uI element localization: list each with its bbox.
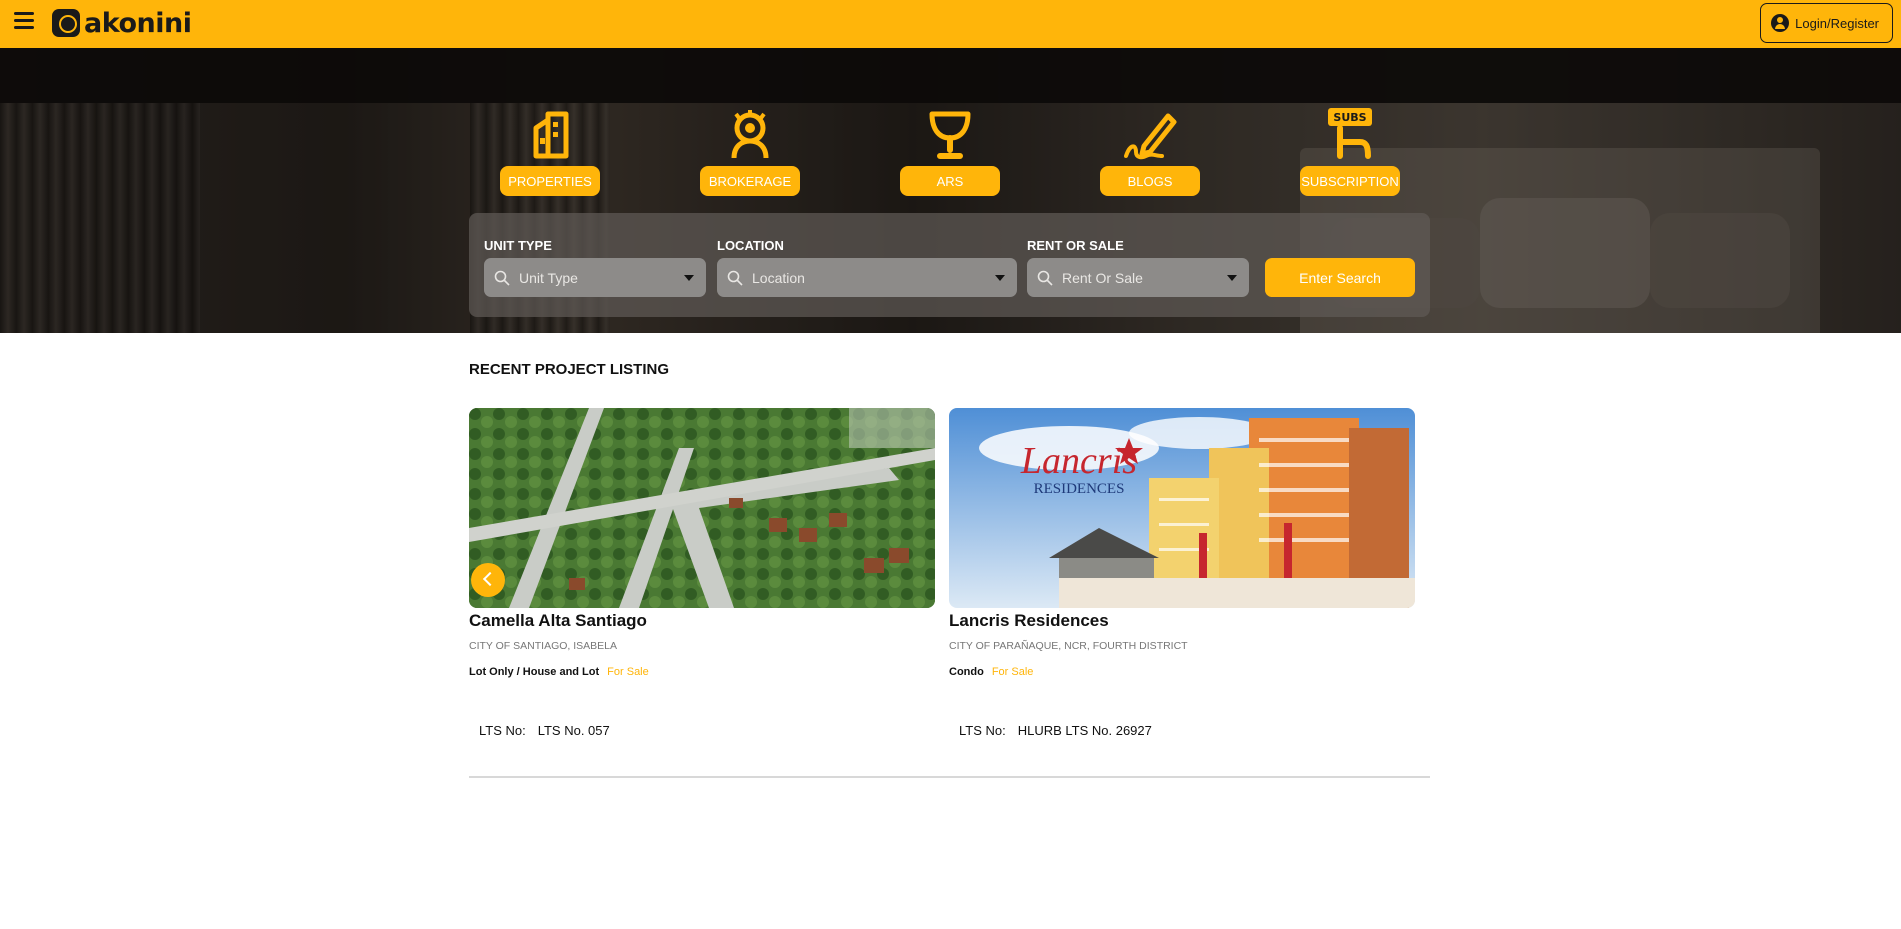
category-label: PROPERTIES [500,166,600,196]
listing-card[interactable]: Lancris RESIDENCES Lancris Residences CI… [949,408,1415,738]
category-blogs[interactable]: BLOGS [1100,106,1200,196]
user-icon [1771,14,1790,32]
category-ars[interactable]: ARS [900,106,1000,196]
listing-status: For Sale [991,666,1034,678]
listing-status: For Sale [607,666,649,678]
listing-type: Condo For Sale [949,666,1033,678]
hero-top-band [0,48,1901,103]
category-label: ARS [900,166,1000,196]
unit-type-placeholder: Unit Type [519,269,578,286]
agent-badge-icon [731,110,769,159]
section-divider [469,776,1430,778]
search-panel: UNIT TYPE Unit Type LOCATION Location RE… [469,213,1430,317]
search-icon [1037,270,1053,286]
category-subscription[interactable]: SUBS SUBSCRIPTION [1300,106,1400,196]
search-icon [727,270,743,286]
location-placeholder: Location [752,269,805,286]
subscription-badge-text: SUBS [1333,111,1366,124]
lts-value: LTS No. 057 [537,723,610,738]
logo-mark-icon [52,9,80,37]
category-label: BROKERAGE [700,166,800,196]
chevron-down-icon [684,275,694,281]
listing-location: CITY OF SANTIAGO, ISABELA [469,640,618,652]
lancris-logo-subtitle: RESIDENCES [1034,481,1125,497]
chevron-down-icon [995,275,1005,281]
login-register-label: Login/Register [1795,15,1879,31]
listing-image[interactable] [469,408,935,608]
top-navbar: akonini Login/Register [0,0,1901,48]
category-label: BLOGS [1100,166,1200,196]
lts-label: LTS No: [479,723,526,738]
lts-label: LTS No: [959,723,1006,738]
listing-name[interactable]: Lancris Residences [949,611,1109,631]
login-register-button[interactable]: Login/Register [1760,3,1893,43]
chevron-down-icon [1227,275,1237,281]
building-icon [533,111,569,159]
category-properties[interactable]: PROPERTIES [500,106,600,196]
unit-type-label: UNIT TYPE [484,238,552,253]
rent-or-sale-select[interactable]: Rent Or Sale [1027,258,1249,297]
carousel-prev-button[interactable] [471,563,505,597]
search-icon [494,270,510,286]
location-label: LOCATION [717,238,784,253]
trophy-icon [929,111,971,159]
listing-lts: LTS No: HLURB LTS No. 26927 [959,723,1152,738]
listing-lts: LTS No: LTS No. 057 [479,723,610,738]
listing-type: Lot Only / House and Lot For Sale [469,666,649,678]
rent-or-sale-label: RENT OR SALE [1027,238,1124,253]
subscription-hand-icon: SUBS [1328,108,1372,159]
listing-location: CITY OF PARAÑAQUE, NCR, FOURTH DISTRICT [949,640,1188,652]
category-brokerage[interactable]: BROKERAGE [700,106,800,196]
brand-logo[interactable]: akonini [52,7,192,39]
location-select[interactable]: Location [717,258,1017,297]
section-title: RECENT PROJECT LISTING [469,361,670,378]
hamburger-menu-icon[interactable] [14,12,34,30]
listing-unit-type: Condo [949,666,984,678]
listing-card[interactable]: Camella Alta Santiago CITY OF SANTIAGO, … [469,408,935,738]
rent-or-sale-placeholder: Rent Or Sale [1062,269,1143,286]
lancris-logo-wordmark: Lancris [1020,440,1137,482]
enter-search-button[interactable]: Enter Search [1265,258,1415,297]
unit-type-select[interactable]: Unit Type [484,258,706,297]
listing-name[interactable]: Camella Alta Santiago [469,611,647,631]
category-label: SUBSCRIPTION [1300,166,1400,196]
subdivision-aerial-image [469,408,935,608]
condo-building-image: Lancris RESIDENCES [949,408,1415,608]
listing-image[interactable]: Lancris RESIDENCES [949,408,1415,608]
pen-signature-icon [1124,113,1177,160]
brand-name: akonini [84,7,192,39]
listing-unit-type: Lot Only / House and Lot [469,666,600,678]
lts-value: HLURB LTS No. 26927 [1017,723,1152,738]
